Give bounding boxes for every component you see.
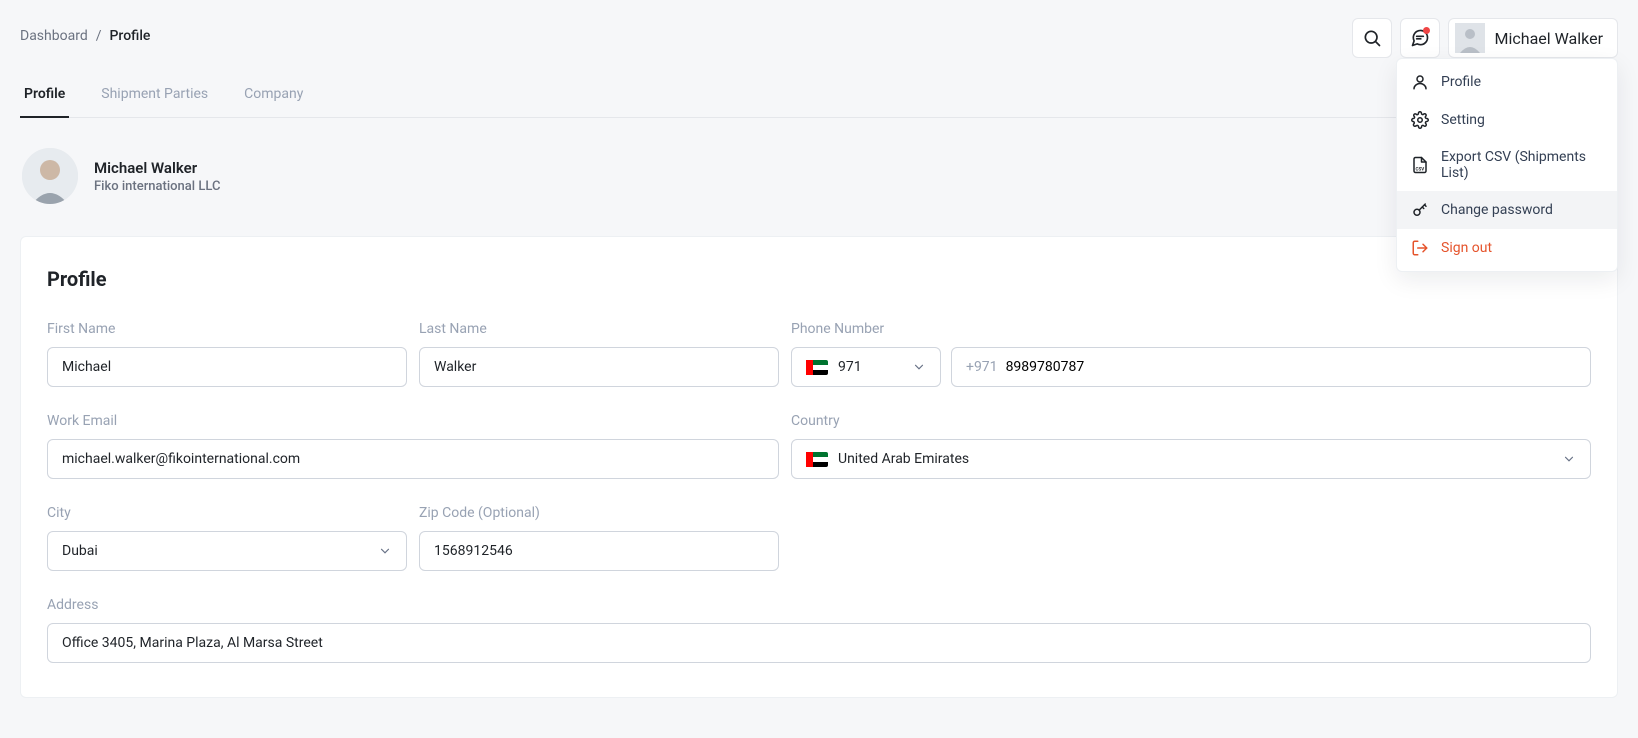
phone-code-value: 971 [838,359,862,375]
phone-number-input[interactable] [1006,348,1576,386]
profile-company: Fiko international LLC [94,179,220,194]
breadcrumb-sep: / [96,28,102,44]
phone-prefix: +971 [966,359,998,375]
card-title: Profile [47,267,1591,291]
tab-company[interactable]: Company [240,86,307,117]
country-select[interactable]: United Arab Emirates [791,439,1591,479]
chevron-down-icon [912,360,926,374]
dropdown-label: Change password [1441,202,1553,218]
label-city: City [47,505,407,521]
notification-dot [1423,27,1430,34]
user-icon [1411,73,1429,91]
email-input[interactable] [47,439,779,479]
dropdown-export-csv[interactable]: CSV Export CSV (Shipments List) [1397,139,1617,191]
dropdown-label: Export CSV (Shipments List) [1441,149,1603,181]
dropdown-setting[interactable]: Setting [1397,101,1617,139]
dropdown-profile[interactable]: Profile [1397,63,1617,101]
dropdown-change-password[interactable]: Change password [1397,191,1617,229]
user-dropdown: Profile Setting CSV Export CSV (Shipment… [1396,58,1618,272]
chevron-down-icon [1562,452,1576,466]
city-select[interactable]: Dubai [47,531,407,571]
key-icon [1411,201,1429,219]
search-button[interactable] [1352,18,1392,58]
breadcrumb-current: Profile [110,28,151,44]
uae-flag-icon [806,452,828,467]
logout-icon [1411,239,1429,257]
chevron-down-icon [378,544,392,558]
label-phone: Phone Number [791,321,1591,337]
tab-profile[interactable]: Profile [20,86,69,118]
label-country: Country [791,413,1591,429]
dropdown-label: Profile [1441,74,1481,90]
tab-shipment-parties[interactable]: Shipment Parties [97,86,212,117]
dropdown-label: Sign out [1441,240,1492,256]
tabs: Profile Shipment Parties Company [20,86,1618,118]
uae-flag-icon [806,360,828,375]
last-name-input[interactable] [419,347,779,387]
breadcrumb: Dashboard / Profile [20,18,150,44]
phone-country-code-select[interactable]: 971 [791,347,941,387]
label-address: Address [47,597,1591,613]
phone-number-wrapper: +971 [951,347,1591,387]
breadcrumb-root[interactable]: Dashboard [20,28,88,44]
label-email: Work Email [47,413,779,429]
label-zip: Zip Code (Optional) [419,505,779,521]
file-csv-icon: CSV [1411,156,1429,174]
profile-name: Michael Walker [94,159,220,177]
user-menu-trigger[interactable]: Michael Walker [1448,18,1618,58]
dropdown-sign-out[interactable]: Sign out [1397,229,1617,267]
label-first-name: First Name [47,321,407,337]
country-value: United Arab Emirates [838,451,969,467]
messages-button[interactable] [1400,18,1440,58]
label-last-name: Last Name [419,321,779,337]
svg-text:CSV: CSV [1416,166,1425,172]
dropdown-label: Setting [1441,112,1485,128]
avatar [1455,23,1485,53]
gear-icon [1411,111,1429,129]
city-value: Dubai [62,543,98,559]
first-name-input[interactable] [47,347,407,387]
address-input[interactable] [47,623,1591,663]
user-name: Michael Walker [1495,29,1603,48]
search-icon [1362,28,1382,48]
profile-card: Profile First Name Last Name Phone Numbe… [20,236,1618,698]
zip-input[interactable] [419,531,779,571]
profile-avatar [22,148,78,204]
